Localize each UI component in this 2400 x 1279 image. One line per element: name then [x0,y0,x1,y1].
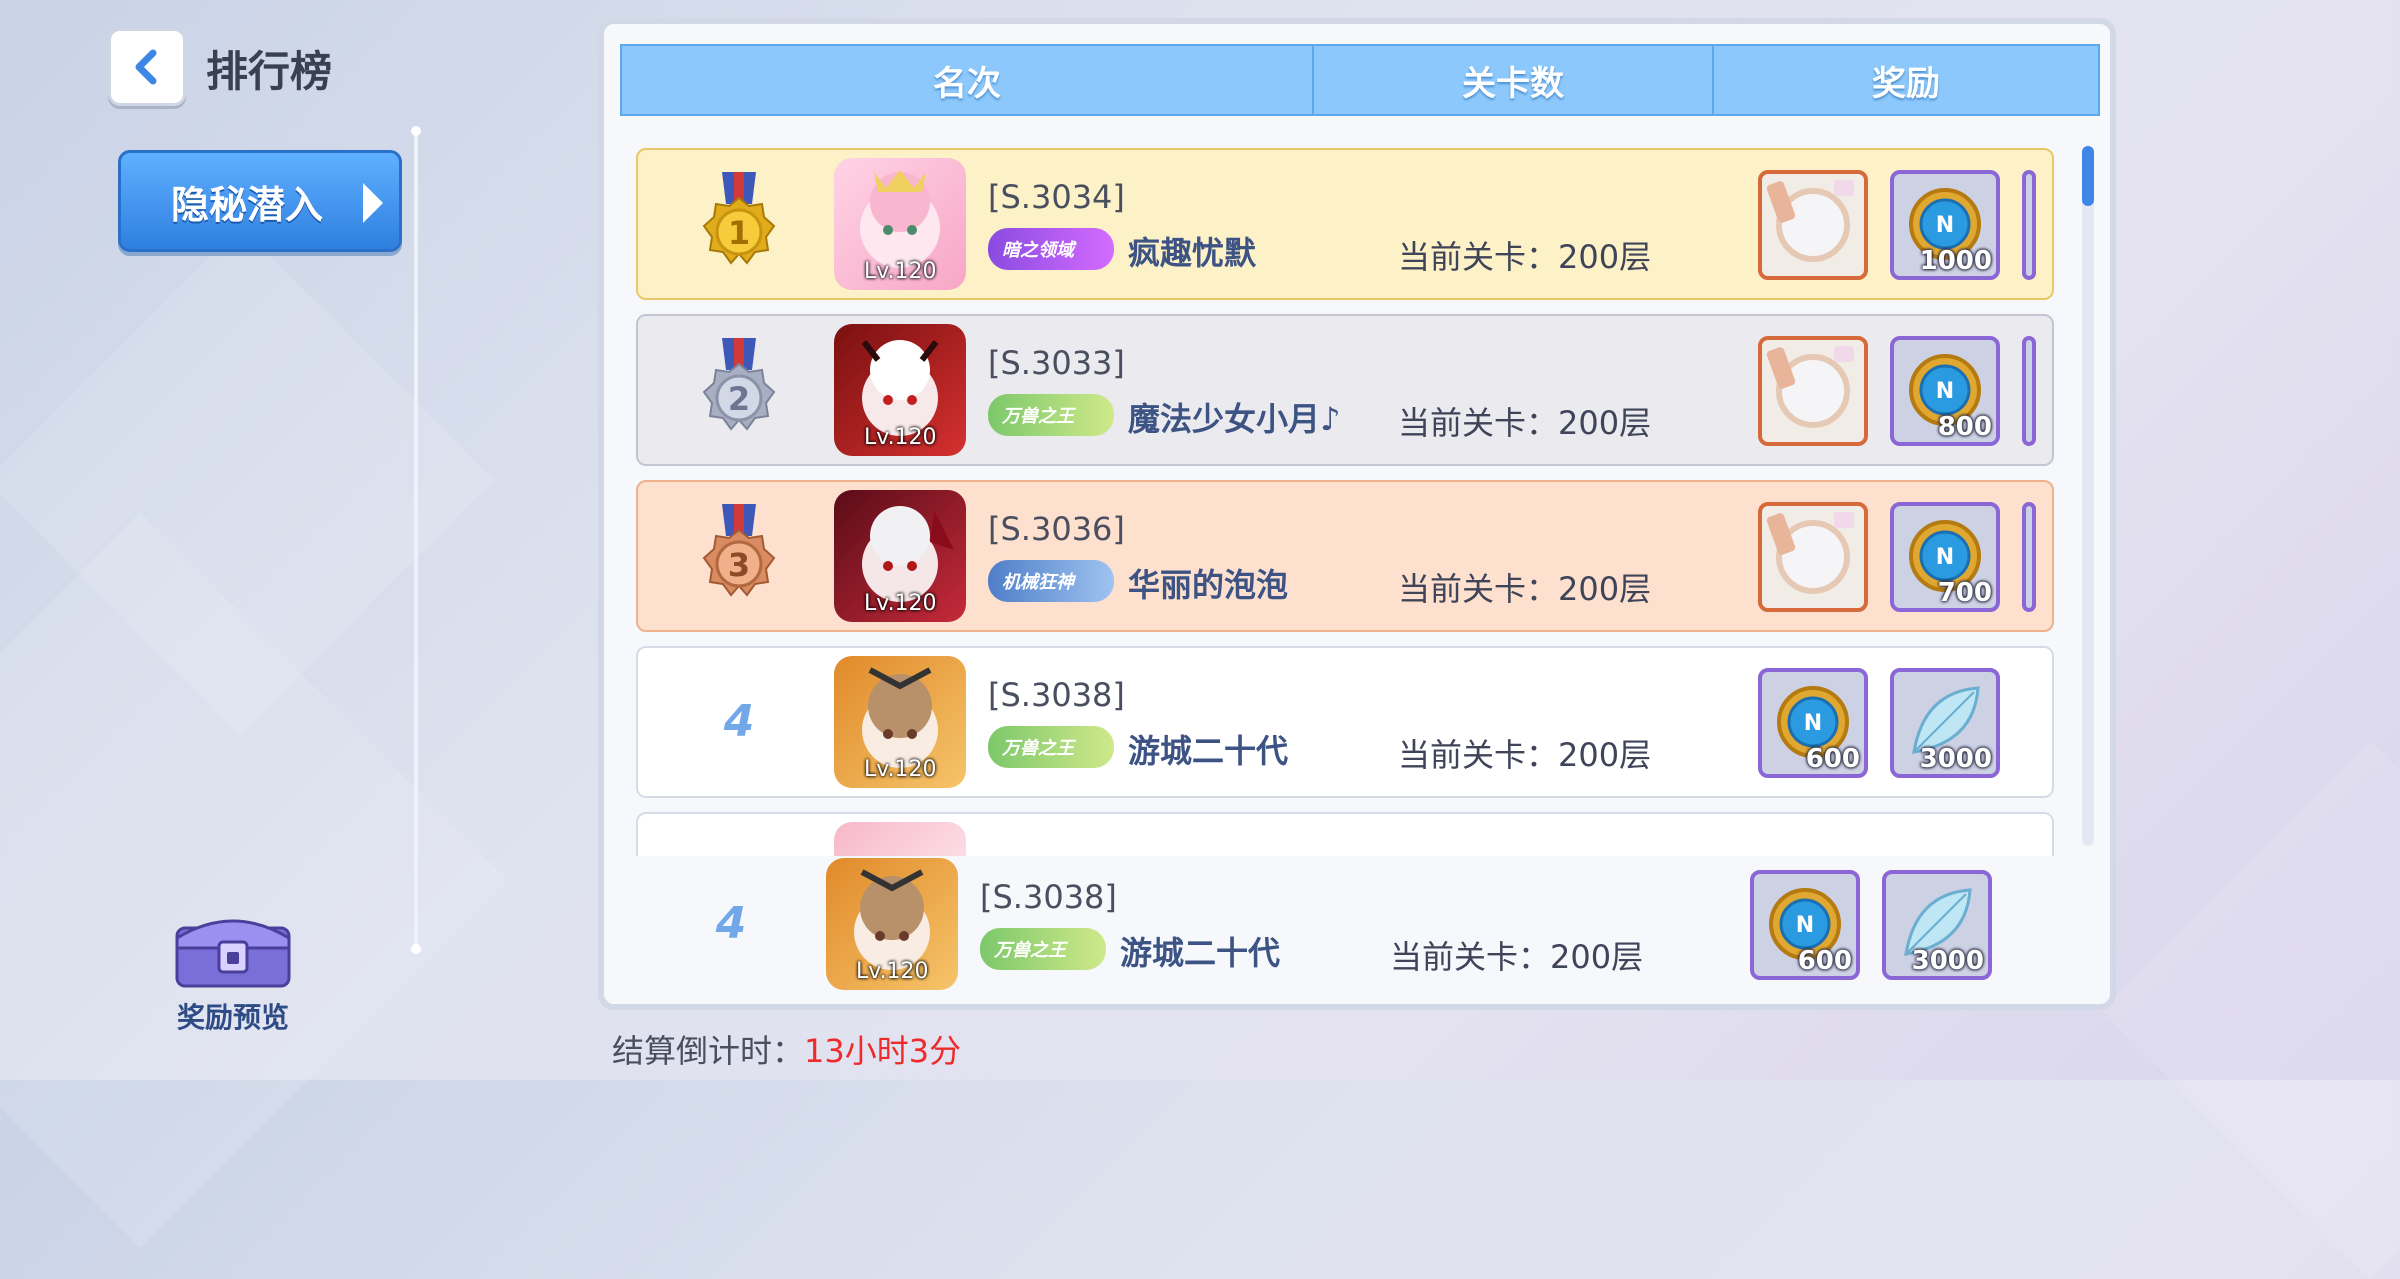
ranking-list[interactable]: 1 Lv.120 [S.3034] 暗之领域 疯趣忧默 当前关卡：200层 N … [620,134,2068,856]
stage-progress: 当前关卡：200层 [1398,736,1652,774]
title-badge: 暗之领域 [988,228,1114,270]
avatar[interactable]: Lv.120 [834,490,966,622]
stage-progress: 当前关卡：200层 [1398,570,1652,608]
table-row[interactable]: 4 Lv.120 [S.3038] 万兽之王 游城二十代 当前关卡：200层 N… [630,850,2048,1002]
svg-text:N: N [1796,913,1814,938]
title-badge: 机械狂神 [988,560,1114,602]
player-name: 华丽的泡泡 [1128,566,1289,604]
crystal-leaf-reward[interactable]: 3000 [1882,870,1992,980]
gold-medal-icon: 1 [702,172,776,265]
settlement-countdown: 结算倒计时：13小时3分 [612,1026,961,1072]
medal-rank: 1 [728,214,750,252]
compass-coin-reward[interactable]: N 600 [1758,668,1868,778]
player-name: 游城二十代 [1128,732,1289,770]
table-row[interactable]: 2 Lv.120 [S.3033] 万兽之王 魔法少女小月♪ 当前关卡：200层… [636,314,2054,466]
scrollbar[interactable] [2082,146,2094,846]
compass-coin-reward[interactable]: N 800 [1890,336,2000,446]
reward-count: 800 [1937,412,1992,442]
player-name: 疯趣忧默 [1128,234,1257,272]
server-id: [S.3038] [980,878,1117,916]
chest-icon [171,908,295,990]
silver-medal-icon: 2 [702,338,776,431]
server-id: [S.3033] [988,344,1125,382]
avatar[interactable]: Lv.120 [834,324,966,456]
reward-count: 700 [1937,578,1992,608]
title-badge-text: 暗之领域 [1002,240,1074,261]
frame-icon [1766,512,1854,594]
tab-hidden-infiltration[interactable]: 隐秘潜入 [118,150,402,252]
svg-text:N: N [1936,379,1954,404]
countdown-value: 13小时3分 [804,1032,962,1070]
chevron-right-icon [363,183,383,223]
stage-progress: 当前关卡：200层 [1398,404,1652,442]
reward-preview-label: 奖励预览 [176,1001,289,1034]
server-id: [S.3036] [988,510,1125,548]
my-rank-row: 4 Lv.120 [S.3038] 万兽之王 游城二十代 当前关卡：200层 N… [598,850,2116,1010]
server-id: [S.3038] [988,676,1125,714]
crystal-leaf-reward[interactable]: 3000 [1890,668,2000,778]
level-label: Lv.120 [864,757,937,782]
reward-count: 1000 [1919,246,1992,276]
level-label: Lv.120 [864,259,937,284]
rank-number: 4 [723,696,755,747]
title-badge-text: 机械狂神 [1002,572,1074,593]
player-name: 游城二十代 [1120,934,1281,972]
title-badge: 万兽之王 [988,726,1114,768]
title-badge-text: 万兽之王 [1002,406,1074,427]
avatar-frame-reward[interactable] [1758,336,1868,446]
avatar[interactable]: Lv.120 [834,656,966,788]
sidebar-divider [411,126,421,954]
table-row[interactable]: 4 Lv.120 [S.3038] 万兽之王 游城二十代 当前关卡：200层 N… [636,646,2054,798]
reward-item-clipped[interactable] [2022,502,2036,612]
stage-progress: 当前关卡：200层 [1390,938,1644,976]
compass-coin-reward[interactable]: N 700 [1890,502,2000,612]
frame-icon [1766,180,1854,262]
rank-number: 4 [715,898,747,949]
title-badge-text: 万兽之王 [994,940,1066,961]
medal-rank: 3 [728,546,750,584]
avatar-frame-reward[interactable] [1758,170,1868,280]
stage-progress: 当前关卡：200层 [1398,238,1652,276]
avatar[interactable]: Lv.120 [826,858,958,990]
column-stage: 关卡数 [1312,46,1712,114]
level-label: Lv.120 [864,591,937,616]
reward-count: 600 [1797,946,1852,976]
frame-icon [1766,346,1854,428]
title-badge: 万兽之王 [988,394,1114,436]
table-row[interactable]: 1 Lv.120 [S.3034] 暗之领域 疯趣忧默 当前关卡：200层 N … [636,148,2054,300]
title-badge: 万兽之王 [980,928,1106,970]
column-rank: 名次 [933,63,1001,104]
scrollbar-thumb[interactable] [2082,146,2094,206]
avatar-frame-reward[interactable] [1758,502,1868,612]
medal-rank: 2 [728,380,750,418]
player-name: 魔法少女小月♪ [1128,400,1341,438]
countdown-label: 结算倒计时： [612,1032,805,1070]
reward-preview-button[interactable]: 奖励预览 [168,908,298,1036]
compass-coin-reward[interactable]: N 1000 [1890,170,2000,280]
page-title: 排行榜 [206,47,333,96]
column-reward: 奖励 [1712,46,2098,114]
reward-item-clipped[interactable] [2022,170,2036,280]
level-label: Lv.120 [856,959,929,984]
avatar[interactable]: Lv.120 [834,158,966,290]
table-row[interactable]: 3 Lv.120 [S.3036] 机械狂神 华丽的泡泡 当前关卡：200层 N… [636,480,2054,632]
back-button[interactable] [108,28,186,106]
svg-text:N: N [1936,213,1954,238]
svg-text:N: N [1936,545,1954,570]
reward-count: 3000 [1911,946,1984,976]
reward-count: 3000 [1919,744,1992,774]
title-badge-text: 万兽之王 [1002,738,1074,759]
reward-item-clipped[interactable] [2022,336,2036,446]
server-id: [S.3034] [988,178,1125,216]
tab-label: 隐秘潜入 [171,182,324,227]
svg-text:N: N [1804,711,1822,736]
chevron-left-icon [135,49,157,85]
compass-coin-reward[interactable]: N 600 [1750,870,1860,980]
reward-count: 600 [1805,744,1860,774]
table-header: 名次 关卡数 奖励 [620,44,2100,116]
bronze-medal-icon: 3 [702,504,776,597]
level-label: Lv.120 [864,425,937,450]
